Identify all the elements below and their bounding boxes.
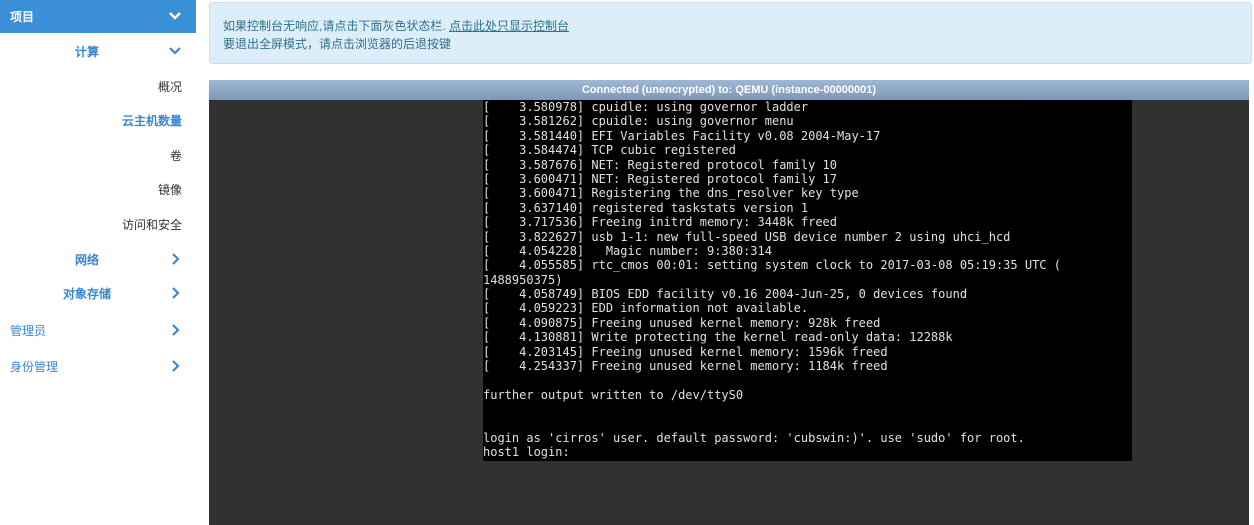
vnc-console[interactable]: Connected (unencrypted) to: QEMU (instan… <box>209 80 1249 525</box>
sidebar-item-images-label: 镜像 <box>157 182 182 197</box>
nav-object-store-label: 对象存储 <box>63 286 112 301</box>
nav-network[interactable]: 网络 <box>0 242 196 276</box>
terminal-line: [ 4.130881] Write protecting the kernel … <box>483 330 953 345</box>
content-gutter <box>196 0 209 525</box>
sidebar-item-volumes-label: 卷 <box>169 148 182 163</box>
terminal-line: [ 4.055585] rtc_cmos 00:01: setting syst… <box>483 258 1061 273</box>
chevron-down-icon <box>168 9 182 23</box>
terminal-line: [ 4.203145] Freeing unused kernel memory… <box>483 344 888 359</box>
sidebar-item-access-security[interactable]: 访问和安全 <box>0 207 196 241</box>
terminal-line: [ 3.584474] TCP cubic registered <box>483 143 736 158</box>
terminal-line: [ 3.600471] Registering the dns_resolver… <box>483 186 859 201</box>
nav-network-label: 网络 <box>75 252 100 267</box>
chevron-right-icon <box>168 359 182 373</box>
nav-compute-label: 计算 <box>75 44 100 59</box>
console-info-alert: 如果控制台无响应,请点击下面灰色状态栏. 点击此处只显示控制台 要退出全屏模式，… <box>209 2 1252 64</box>
terminal-line: [ 3.580978] cpuidle: using governor ladd… <box>483 100 809 114</box>
sidebar-item-overview[interactable]: 概况 <box>0 69 196 103</box>
nav-identity-label: 身份管理 <box>10 359 59 374</box>
terminal-line: [ 4.059223] EDD information not availabl… <box>483 301 809 316</box>
terminal-line: [ 3.587676] NET: Registered protocol fam… <box>483 157 838 172</box>
show-console-only-link[interactable]: 点击此处只显示控制台 <box>449 19 569 33</box>
terminal-line: login as 'cirros' user. default password… <box>483 430 1025 445</box>
sidebar: 项目 计算 概况 云主机数量 卷 镜像 访问和安全 网络 对象存储 管理员 身份… <box>0 0 196 525</box>
console-status-bar[interactable]: Connected (unencrypted) to: QEMU (instan… <box>209 80 1249 100</box>
sidebar-item-instances[interactable]: 云主机数量 <box>0 103 196 137</box>
nav-compute[interactable]: 计算 <box>0 34 196 68</box>
terminal-line: [ 3.822627] usb 1-1: new full-speed USB … <box>483 229 1011 244</box>
chevron-down-icon <box>168 44 182 58</box>
alert-line-1: 如果控制台无响应,请点击下面灰色状态栏. 点击此处只显示控制台 <box>223 17 1251 35</box>
chevron-right-icon <box>168 323 182 337</box>
terminal-line: [ 4.090875] Freeing unused kernel memory… <box>483 315 881 330</box>
sidebar-item-overview-label: 概况 <box>157 79 182 94</box>
terminal-line: [ 4.058749] BIOS EDD facility v0.16 2004… <box>483 287 968 302</box>
terminal-line: 1488950375) <box>483 272 563 287</box>
terminal-line: host1 login: <box>483 445 570 460</box>
terminal-line: [ 3.581440] EFI Variables Facility v0.08… <box>483 128 881 143</box>
sidebar-item-instances-label: 云主机数量 <box>121 113 182 128</box>
terminal-screen[interactable]: [ 3.580978] cpuidle: using governor ladd… <box>483 100 1132 461</box>
alert-text: 如果控制台无响应,请点击下面灰色状态栏. <box>223 19 450 33</box>
terminal-line: [ 3.637140] registered taskstats version… <box>483 200 809 215</box>
nav-project-label: 项目 <box>10 10 35 24</box>
terminal-line: [ 3.717536] Freeing initrd memory: 3448k… <box>483 215 838 230</box>
nav-identity[interactable]: 身份管理 <box>0 349 196 383</box>
sidebar-item-images[interactable]: 镜像 <box>0 172 196 206</box>
alert-line-2: 要退出全屏模式，请点击浏览器的后退按键 <box>223 37 452 51</box>
sidebar-item-volumes[interactable]: 卷 <box>0 138 196 172</box>
terminal-line: [ 3.600471] NET: Registered protocol fam… <box>483 171 838 186</box>
nav-object-store[interactable]: 对象存储 <box>0 276 196 310</box>
terminal-line: [ 4.054228] Magic number: 9:380:314 <box>483 243 772 258</box>
terminal-line: further output written to /dev/ttyS0 <box>483 387 744 402</box>
nav-admin[interactable]: 管理员 <box>0 313 196 347</box>
terminal-line: [ 3.581262] cpuidle: using governor menu <box>483 114 794 129</box>
nav-project[interactable]: 项目 <box>0 0 196 33</box>
chevron-right-icon <box>168 286 182 300</box>
chevron-right-icon <box>168 252 182 266</box>
nav-admin-label: 管理员 <box>10 323 47 338</box>
sidebar-item-access-security-label: 访问和安全 <box>121 217 182 232</box>
terminal-line: [ 4.254337] Freeing unused kernel memory… <box>483 359 888 374</box>
